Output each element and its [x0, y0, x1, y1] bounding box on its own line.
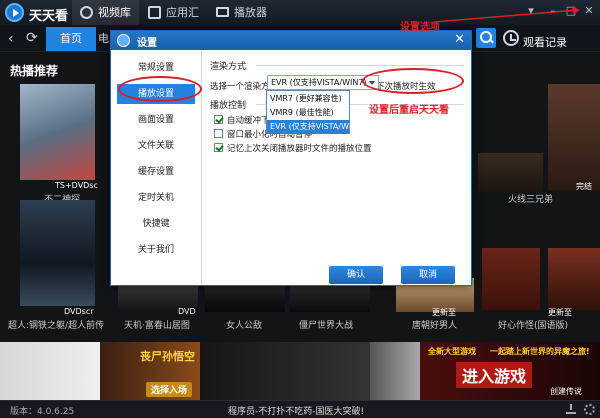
poster-image[interactable]: [20, 84, 95, 180]
ok-button[interactable]: 确认: [329, 266, 383, 284]
remember-position-checkbox[interactable]: [214, 143, 223, 152]
poster-title[interactable]: 好心作怪(国语版): [498, 318, 568, 331]
annotation-restart-hint: 设置后重启天天看: [369, 105, 449, 116]
poster-title[interactable]: 唐朝好男人: [412, 318, 457, 331]
annotation-arrow: [433, 6, 580, 23]
history-icon[interactable]: [503, 30, 519, 46]
app-title: 天天看: [29, 9, 69, 24]
dialog-title: 设置: [137, 38, 157, 49]
nav-tab-label: 视频库: [98, 6, 131, 19]
news-ticker[interactable]: 程序员-不打扑不吃药-国医大突破!: [228, 404, 364, 417]
version-label: 版本：4.0.6.25: [10, 407, 75, 417]
poster-title[interactable]: 僵尸世界大战: [299, 318, 353, 331]
section-title: 热播推荐: [10, 64, 59, 78]
ad-subtitle: 一起踏上新世界的异魔之旅!: [490, 347, 590, 356]
sidebar-item-general[interactable]: 常规设置: [117, 58, 195, 78]
poster-badge: DVDscr: [64, 307, 94, 316]
poster-title[interactable]: 超人:钢铁之躯/超人前传: [8, 318, 104, 331]
nav-tab-label: 应用汇: [166, 6, 199, 19]
back-icon[interactable]: ‹: [8, 32, 14, 46]
ad-enter-button[interactable]: 选择入场: [146, 382, 193, 397]
sidebar-item-display[interactable]: 画面设置: [117, 110, 195, 130]
render-option-evr[interactable]: EVR (仅支持VISTA/WIN7): [267, 120, 366, 134]
tab-home[interactable]: 首页: [46, 27, 96, 51]
download-icon[interactable]: [566, 404, 576, 414]
status-bar: 版本：4.0.6.25 程序员-不打扑不吃药-国医大突破!: [0, 400, 600, 418]
ad-tagline: 全新大型游戏: [428, 347, 476, 356]
gear-icon[interactable]: [584, 404, 595, 415]
tab-next[interactable]: 电: [98, 27, 109, 51]
ad-banner[interactable]: 丧尸孙悟空 选择入场: [100, 342, 200, 400]
sidebar-item-cache[interactable]: 缓存设置: [117, 162, 195, 182]
render-group-label: 渲染方式: [210, 62, 247, 72]
apps-icon: [148, 6, 161, 19]
nav-tab-video-library[interactable]: 视频库: [72, 0, 139, 25]
render-option-vmr7[interactable]: VMR7 (更好兼容性): [267, 92, 349, 106]
ad-title: 丧尸孙悟空: [140, 350, 195, 363]
poster-image[interactable]: [548, 84, 600, 190]
poster-title[interactable]: 火线三兄弟: [508, 192, 553, 205]
annotation-ellipse-note: [362, 68, 464, 94]
refresh-icon[interactable]: ⟳: [26, 31, 38, 45]
search-icon[interactable]: [476, 28, 496, 48]
dialog-close-icon[interactable]: ✕: [454, 32, 465, 48]
minimize-pause-checkbox[interactable]: [214, 129, 223, 138]
poster-image[interactable]: [20, 200, 95, 306]
auto-buffer-checkbox[interactable]: [214, 115, 223, 124]
ad-link[interactable]: 创建传说: [550, 386, 582, 397]
annotation-ellipse-playback: [118, 76, 202, 102]
auto-buffer-label: 自动缓冲下: [227, 116, 270, 126]
history-label[interactable]: 观看记录: [523, 34, 567, 50]
sidebar-item-file-association[interactable]: 文件关联: [117, 136, 195, 156]
poster-badge: DVD: [178, 307, 196, 316]
nav-tab-label: 播放器: [234, 6, 267, 19]
nav-tab-player[interactable]: 播放器: [208, 0, 275, 25]
dialog-header: 设置 ✕: [111, 31, 471, 50]
poster-image[interactable]: [478, 153, 543, 193]
render-option-vmr9[interactable]: VMR9 (最佳性能): [267, 106, 349, 120]
ad-banner[interactable]: 全新大型游戏 一起踏上新世界的异魔之旅! 进入游戏 创建传说: [420, 342, 600, 400]
render-mode-dropdown: VMR7 (更好兼容性) VMR9 (最佳性能) EVR (仅支持VISTA/W…: [266, 90, 366, 134]
nav-tab-apps[interactable]: 应用汇: [140, 0, 207, 25]
poster-image[interactable]: [482, 248, 540, 310]
player-icon: [216, 7, 229, 17]
video-library-icon: [80, 6, 93, 19]
poster-badge: 完结: [576, 182, 592, 191]
ad-banner[interactable]: [0, 342, 100, 400]
cancel-button[interactable]: 取消: [401, 266, 455, 284]
poster-image[interactable]: [548, 248, 600, 310]
ad-title: 进入游戏: [456, 362, 533, 388]
sidebar-item-timer-shutdown[interactable]: 定时关机: [117, 188, 195, 208]
poster-badge: 更新至: [548, 308, 572, 317]
ad-banner[interactable]: [200, 342, 370, 400]
poster-title[interactable]: 天机·富春山居图: [124, 318, 190, 331]
sidebar-item-hotkeys[interactable]: 快捷键: [117, 214, 195, 234]
remember-position-label: 记忆上次关闭播放器时文件的播放位置: [227, 144, 372, 154]
control-group-label: 播放控制: [210, 101, 247, 111]
dialog-logo-icon: [117, 34, 130, 47]
group-divider: [256, 65, 464, 66]
poster-badge: TS+DVDsc: [55, 181, 98, 190]
render-mode-selected: EVR (仅支持VISTA/WIN7): [271, 78, 367, 87]
sidebar-item-about[interactable]: 关于我们: [117, 240, 195, 260]
ad-banner-strip: 丧尸孙悟空 选择入场 全新大型游戏 一起踏上新世界的异魔之旅! 进入游戏 创建传…: [0, 342, 600, 400]
poster-badge: 更新至: [432, 308, 456, 317]
poster-title[interactable]: 女人公敌: [226, 318, 262, 331]
app-logo-icon: [5, 3, 24, 22]
ad-banner[interactable]: [370, 342, 420, 400]
